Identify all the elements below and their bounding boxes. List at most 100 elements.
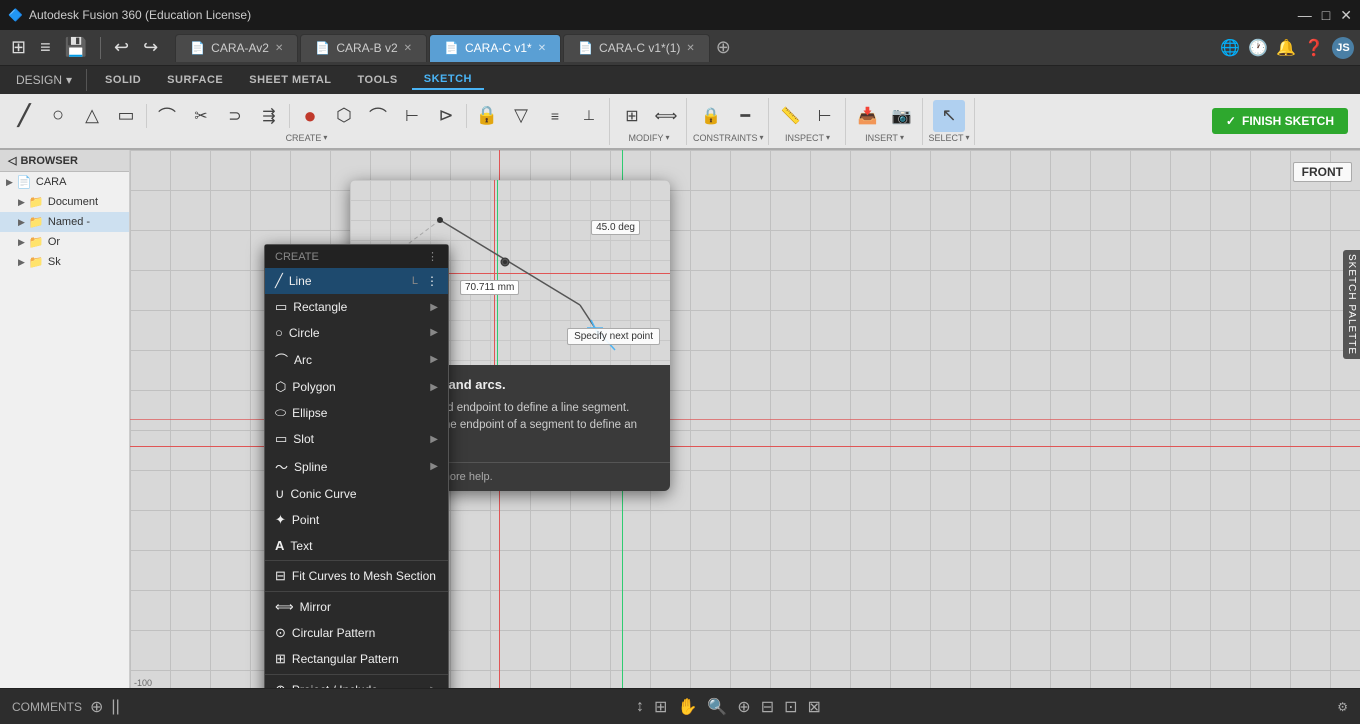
browser-item-document[interactable]: ▶ 📁 Document: [0, 192, 129, 212]
browser-item-cara[interactable]: ▶ 📄 CARA: [0, 172, 129, 192]
measure-tool[interactable]: 📏: [775, 100, 807, 132]
offset-tool[interactable]: ⇶: [253, 100, 285, 132]
tab-cara-av2[interactable]: 📄 CARA-Av2 ✕: [175, 34, 298, 62]
browser-item-or[interactable]: ▶ 📁 Or: [0, 232, 129, 252]
triangle-tool[interactable]: △: [76, 100, 108, 132]
extend-tool[interactable]: ⊢: [396, 100, 428, 132]
triangle2-tool[interactable]: ▽: [505, 100, 537, 132]
finish-sketch-button[interactable]: ✓ FINISH SKETCH: [1212, 108, 1348, 134]
dropdown-item-spline[interactable]: 〜 Spline ▶: [265, 452, 448, 481]
title-controls[interactable]: — □ ✕: [1298, 7, 1352, 24]
grid-icon[interactable]: ⊞: [6, 35, 31, 60]
undo-button[interactable]: ↩: [109, 35, 134, 60]
line-tool[interactable]: ╱: [8, 100, 40, 132]
horiz-tool[interactable]: ━: [729, 100, 761, 132]
line-options-icon[interactable]: ⋮: [426, 274, 438, 288]
tab-close-icon[interactable]: ✕: [686, 43, 694, 54]
project-item-icon: ⊕: [275, 682, 286, 688]
tab-close-icon[interactable]: ✕: [404, 43, 412, 54]
dropdown-item-arc[interactable]: ⌒ Arc ▶: [265, 345, 448, 374]
tab-cara-bv2[interactable]: 📄 CARA-B v2 ✕: [300, 34, 427, 62]
fillet-tool[interactable]: ⌒: [362, 100, 394, 132]
perp-tool[interactable]: ⊥: [573, 100, 605, 132]
new-tab-button[interactable]: ⊕: [716, 37, 731, 58]
tab-sketch[interactable]: SKETCH: [412, 70, 484, 90]
slot-item-icon: ▭: [275, 431, 287, 447]
dropdown-item-point[interactable]: ✦ Point: [265, 507, 448, 533]
ellipse-tool[interactable]: ⬡: [328, 100, 360, 132]
redo-button[interactable]: ↪: [138, 35, 163, 60]
tab-sheet-metal[interactable]: SHEET METAL: [237, 71, 343, 89]
bell-icon[interactable]: 🔔: [1276, 38, 1296, 58]
tab-tools[interactable]: TOOLS: [346, 71, 410, 89]
dropdown-item-circular-pattern[interactable]: ⊙ Circular Pattern: [265, 620, 448, 646]
line-item-icon: ╱: [275, 273, 283, 289]
dropdown-item-label: Rectangle: [293, 300, 347, 314]
zoom-in-icon[interactable]: ⊕: [737, 697, 750, 717]
clock-icon[interactable]: 🕐: [1248, 38, 1268, 58]
lock-tool[interactable]: 🔒: [471, 100, 503, 132]
grid-icon[interactable]: ⊞: [654, 697, 667, 717]
select-tool[interactable]: ↖: [933, 100, 965, 132]
orbit-icon[interactable]: ↕: [636, 698, 644, 716]
parallel-tool[interactable]: ≡: [539, 100, 571, 132]
expand-comments-icon[interactable]: ||: [111, 698, 119, 716]
dropdown-item-mirror[interactable]: ⟺ Mirror: [265, 594, 448, 620]
ruler-tool[interactable]: ⊢: [809, 100, 841, 132]
pan-icon[interactable]: ✋: [677, 697, 697, 717]
design-mode-button[interactable]: DESIGN ▾: [8, 70, 80, 90]
circle-tool[interactable]: ○: [42, 100, 74, 132]
user-avatar[interactable]: JS: [1332, 37, 1354, 59]
fix-tool[interactable]: 🔒: [695, 100, 727, 132]
help-icon[interactable]: ❓: [1304, 38, 1324, 58]
full-circle-tool[interactable]: ●: [294, 100, 326, 132]
tab-cara-cv1-1[interactable]: 📄 CARA-C v1*(1) ✕: [563, 34, 710, 62]
dropdown-item-text[interactable]: A Text: [265, 533, 448, 558]
collapse-icon[interactable]: ◁: [8, 154, 16, 167]
sketch-palette-tab[interactable]: SKETCH PALETTE: [1343, 250, 1360, 359]
tab-close-icon[interactable]: ✕: [275, 43, 283, 54]
tab-close-icon[interactable]: ✕: [538, 43, 546, 54]
zoom-out-icon[interactable]: ⊟: [761, 697, 774, 717]
flip-tool[interactable]: ⟺: [650, 100, 682, 132]
dropdown-item-ellipse[interactable]: ⬭ Ellipse: [265, 400, 448, 426]
world-icon[interactable]: 🌐: [1220, 38, 1240, 58]
insert-obj-tool[interactable]: 📷: [886, 100, 918, 132]
arc-tool[interactable]: ⌒: [151, 100, 183, 132]
browser-item-sk[interactable]: ▶ 📁 Sk: [0, 252, 129, 272]
display-mode-icon[interactable]: ⊡: [784, 697, 797, 717]
rect-tool[interactable]: ▭: [110, 100, 142, 132]
dropdown-item-line[interactable]: ╱ Line L ⋮: [265, 268, 448, 294]
minimize-btn[interactable]: —: [1298, 7, 1312, 24]
tab-surface[interactable]: SURFACE: [155, 71, 235, 89]
dropdown-item-circle[interactable]: ○ Circle ▶: [265, 320, 448, 345]
browser-item-label: CARA: [36, 176, 67, 188]
dropdown-item-polygon[interactable]: ⬡ Polygon ▶: [265, 374, 448, 400]
dropdown-item-conic[interactable]: ∪ Conic Curve: [265, 481, 448, 507]
checkmark-icon: ✓: [1226, 114, 1236, 128]
mirror-tool[interactable]: ⊳: [430, 100, 462, 132]
maximize-btn[interactable]: □: [1322, 7, 1330, 24]
tab-cara-cv1[interactable]: 📄 CARA-C v1* ✕: [429, 34, 561, 62]
trim-tool[interactable]: ✂: [185, 100, 217, 132]
pattern-tool[interactable]: ⊞: [616, 100, 648, 132]
close-btn[interactable]: ✕: [1340, 7, 1352, 24]
dropdown-item-rectangle[interactable]: ▭ Rectangle ▶: [265, 294, 448, 320]
zoom-fit-icon[interactable]: 🔍: [707, 697, 727, 717]
save-button[interactable]: 💾: [60, 35, 92, 60]
dropdown-item-fit-curves[interactable]: ⊟ Fit Curves to Mesh Section: [265, 563, 448, 589]
add-comment-icon[interactable]: ⊕: [90, 697, 103, 717]
menu-button[interactable]: ≡: [35, 35, 56, 60]
settings-gear-icon[interactable]: ⚙: [1337, 700, 1348, 714]
tab-icon: 📄: [444, 41, 459, 55]
dropdown-item-rect-pattern[interactable]: ⊞ Rectangular Pattern: [265, 646, 448, 672]
tab-solid[interactable]: SOLID: [93, 71, 153, 89]
browser-item-named[interactable]: ▶ 📁 Named -: [0, 212, 129, 232]
options-icon[interactable]: ⋮: [427, 250, 438, 263]
canvas-area[interactable]: -100 -50 FRONT SKETCH PALETTE CREATE ⋮: [130, 150, 1360, 688]
dropdown-item-project-include[interactable]: ⊕ Project / Include ▶: [265, 677, 448, 688]
dropdown-item-slot[interactable]: ▭ Slot ▶: [265, 426, 448, 452]
insert-image-tool[interactable]: 📥: [852, 100, 884, 132]
view-cube-icon[interactable]: ⊠: [808, 697, 821, 717]
slot-tool[interactable]: ⊃: [219, 100, 251, 132]
